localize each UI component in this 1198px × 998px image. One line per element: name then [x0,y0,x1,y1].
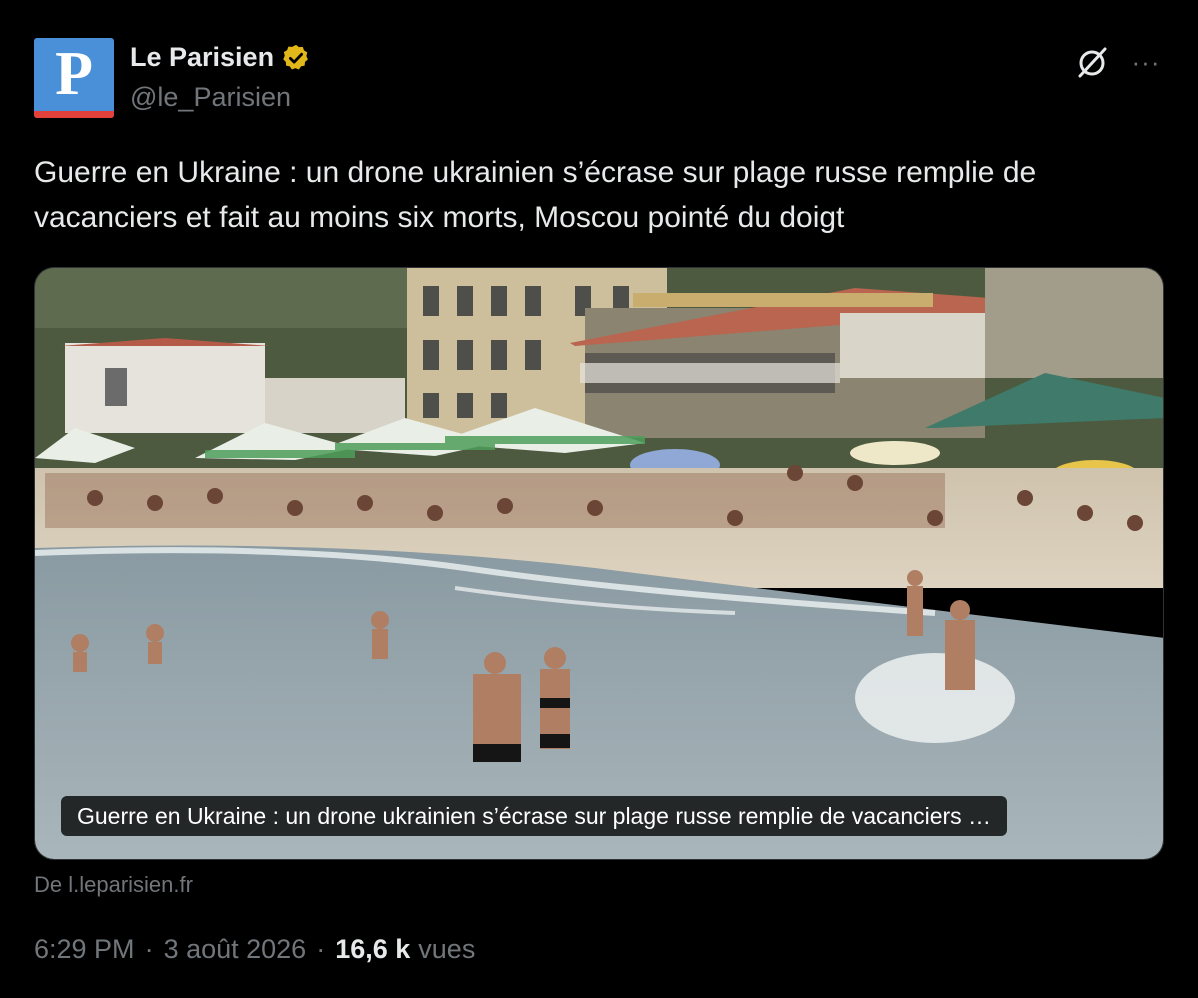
handle[interactable]: @le_Parisien [130,82,291,113]
meta-separator: · [144,934,154,964]
card-caption[interactable]: Guerre en Ukraine : un drone ukrainien s… [61,796,1008,836]
tweet-meta: 6:29 PM · 3 août 2026 · 16,6 k vues [34,934,475,965]
display-name-row[interactable]: Le Parisien [130,42,311,73]
link-source[interactable]: De l.leparisien.fr [34,872,193,898]
link-card[interactable]: Guerre en Ukraine : un drone ukrainien s… [34,267,1164,860]
more-horizontal-icon[interactable]: ··· [1128,44,1164,80]
grok-slash-circle-icon[interactable] [1074,44,1110,80]
tweet-text: Guerre en Ukraine : un drone ukrainien s… [34,156,1037,234]
views-label: vues [418,934,476,964]
avatar-red-bar [34,111,114,118]
tweet[interactable]: P Le Parisien @le_Parisien ··· Guerre en… [0,0,1198,998]
avatar[interactable]: P [34,38,114,118]
verified-badge-icon [283,44,308,69]
views-count: 16,6 k [335,934,411,964]
meta-separator: · [316,934,326,964]
display-name[interactable]: Le Parisien [130,42,274,73]
tweet-time[interactable]: 6:29 PM [34,934,135,965]
tweet-date[interactable]: 3 août 2026 [164,934,307,965]
beach-photo[interactable] [35,268,1164,860]
avatar-letter: P [55,40,93,108]
